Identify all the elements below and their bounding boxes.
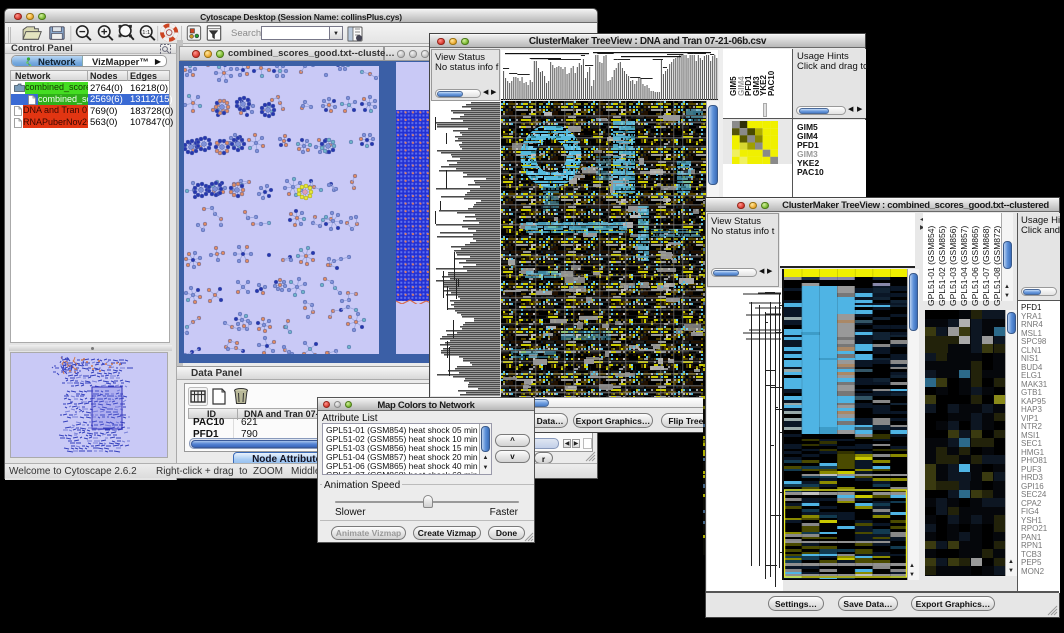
svg-text:1:1: 1:1 bbox=[142, 30, 150, 36]
